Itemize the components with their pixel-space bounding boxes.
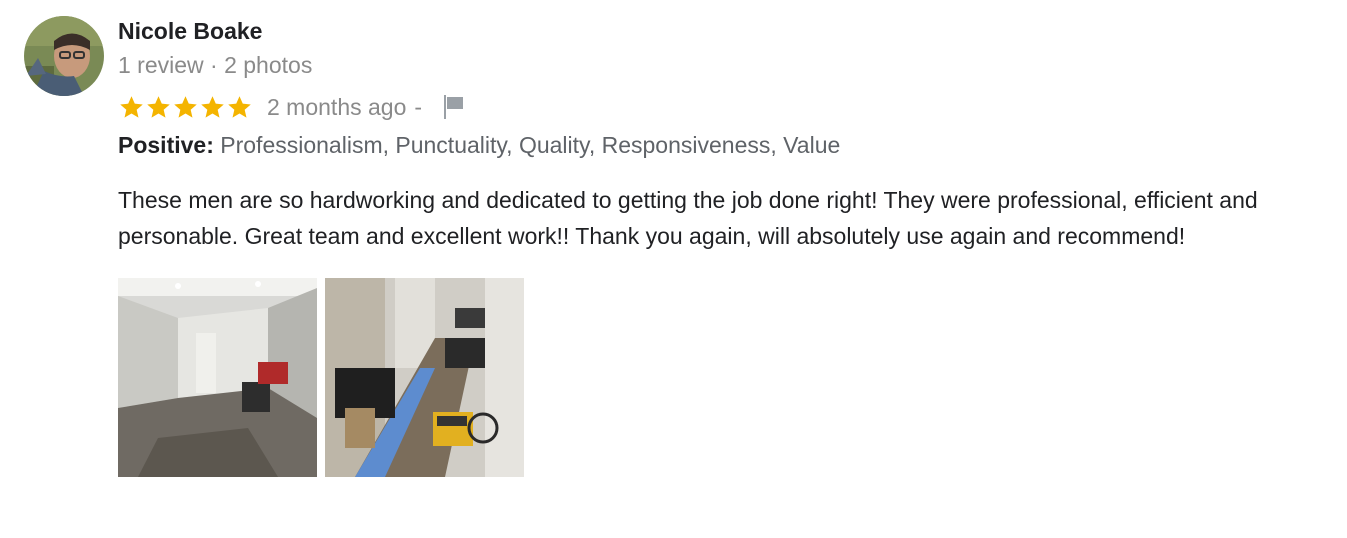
star-icon bbox=[228, 95, 251, 118]
separator: - bbox=[414, 94, 423, 120]
star-icon bbox=[120, 95, 143, 118]
review-time: 2 months ago bbox=[267, 94, 407, 120]
avatar[interactable] bbox=[24, 16, 104, 96]
flag-icon[interactable] bbox=[442, 93, 466, 121]
reviewer-name[interactable]: Nicole Boake bbox=[118, 16, 1333, 46]
review-photo[interactable] bbox=[118, 278, 317, 477]
star-icon bbox=[201, 95, 224, 118]
positive-label: Positive: bbox=[118, 132, 214, 158]
star-icon bbox=[174, 95, 197, 118]
positive-attributes: Positive: Professionalism, Punctuality, … bbox=[118, 130, 1333, 160]
review-text: These men are so hardworking and dedicat… bbox=[118, 187, 1258, 249]
rating-row: 2 months ago - bbox=[118, 92, 1333, 122]
star-icon bbox=[147, 95, 170, 118]
positive-items: Professionalism, Punctuality, Quality, R… bbox=[220, 132, 841, 158]
photo-gallery bbox=[118, 278, 1333, 477]
star-rating bbox=[118, 94, 253, 121]
review-photo[interactable] bbox=[325, 278, 524, 477]
reviewer-meta: 1 review · 2 photos bbox=[118, 52, 313, 78]
review-card: Nicole Boake 1 review · 2 photos 2 month… bbox=[118, 16, 1333, 477]
